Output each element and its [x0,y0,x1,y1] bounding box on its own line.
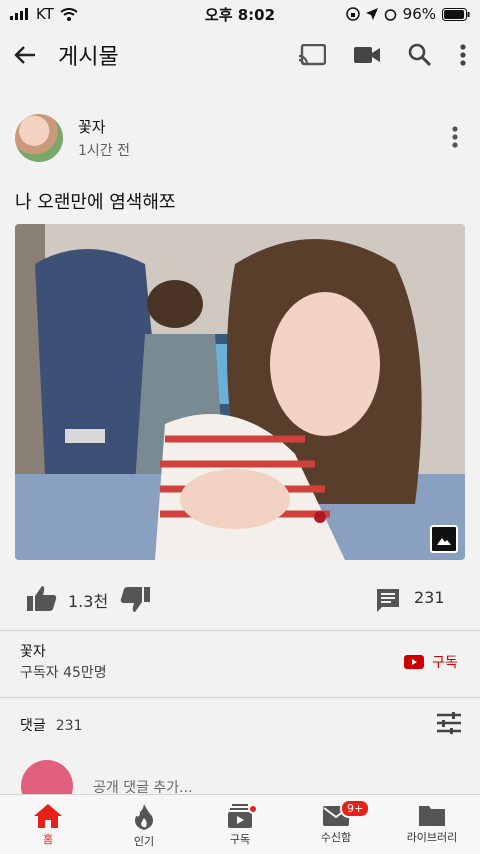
tab-label: 홈 [42,833,54,846]
divider [0,630,480,631]
cast-icon[interactable] [298,44,326,66]
video-camera-icon[interactable] [354,46,380,64]
subscriber-count: 구독자 45만명 [20,665,107,681]
status-bar: KT 오후 8:02 96% [0,0,480,28]
sort-filter-icon[interactable] [437,712,461,734]
tab-library[interactable]: 라이브러리 [384,795,480,854]
more-vert-icon[interactable] [460,44,466,66]
dislike-icon[interactable] [120,587,150,613]
tab-home[interactable]: 홈 [0,795,96,854]
comment-count: 231 [414,588,445,607]
tab-subscriptions[interactable]: 구독 [192,795,288,854]
wifi-icon [60,7,78,21]
trending-icon [135,804,153,830]
community-post: 꽃자 1시간 전 나 오랜만에 염색해쪼 1.3천 231 [0,82,480,630]
post-image[interactable] [15,224,465,560]
post-more-icon[interactable] [452,126,458,148]
tab-inbox[interactable]: 9+ 수신함 [288,795,384,854]
image-icon [430,525,458,553]
carrier-label: KT [36,5,54,23]
back-arrow-icon[interactable] [14,45,36,65]
inbox-badge: 9+ [340,799,371,818]
home-icon [34,804,62,828]
app-bar: 게시물 [0,28,480,82]
comments-header: 댓글 231 [20,715,83,735]
post-actions: 1.3천 231 [0,575,480,623]
divider [0,697,480,698]
subscribe-label: 구독 [432,655,458,671]
tab-label: 수신함 [320,831,352,844]
comments-label: 댓글 [20,718,46,734]
battery-label: 96% [402,5,436,23]
library-icon [419,806,445,826]
tab-trending[interactable]: 인기 [96,795,192,854]
like-icon[interactable] [27,585,57,611]
new-content-dot [248,804,258,814]
subscribe-button[interactable]: 구독 [404,652,458,672]
post-time: 1시간 전 [78,143,130,159]
page-title: 게시물 [58,45,119,70]
search-icon[interactable] [408,43,432,67]
channel-name[interactable]: 꽃자 [20,641,46,661]
comments-header-count: 231 [55,718,83,734]
signal-icon [10,8,28,20]
post-text: 나 오랜만에 염색해쪼 [15,192,176,213]
post-channel-name[interactable]: 꽃자 [78,116,106,137]
tab-label: 인기 [133,835,155,848]
location-icon [365,8,378,20]
tab-label: 구독 [229,833,251,846]
like-count: 1.3천 [68,592,109,611]
youtube-logo-icon [404,655,424,669]
rotation-lock-icon [345,7,360,21]
bottom-nav: 홈 인기 구독 9+ 수신함 라이브러리 [0,794,480,854]
comment-icon[interactable] [375,587,401,613]
channel-avatar[interactable] [15,114,63,162]
battery-icon [442,7,470,21]
alarm-icon [384,8,396,21]
tab-label: 라이브러리 [406,831,458,844]
